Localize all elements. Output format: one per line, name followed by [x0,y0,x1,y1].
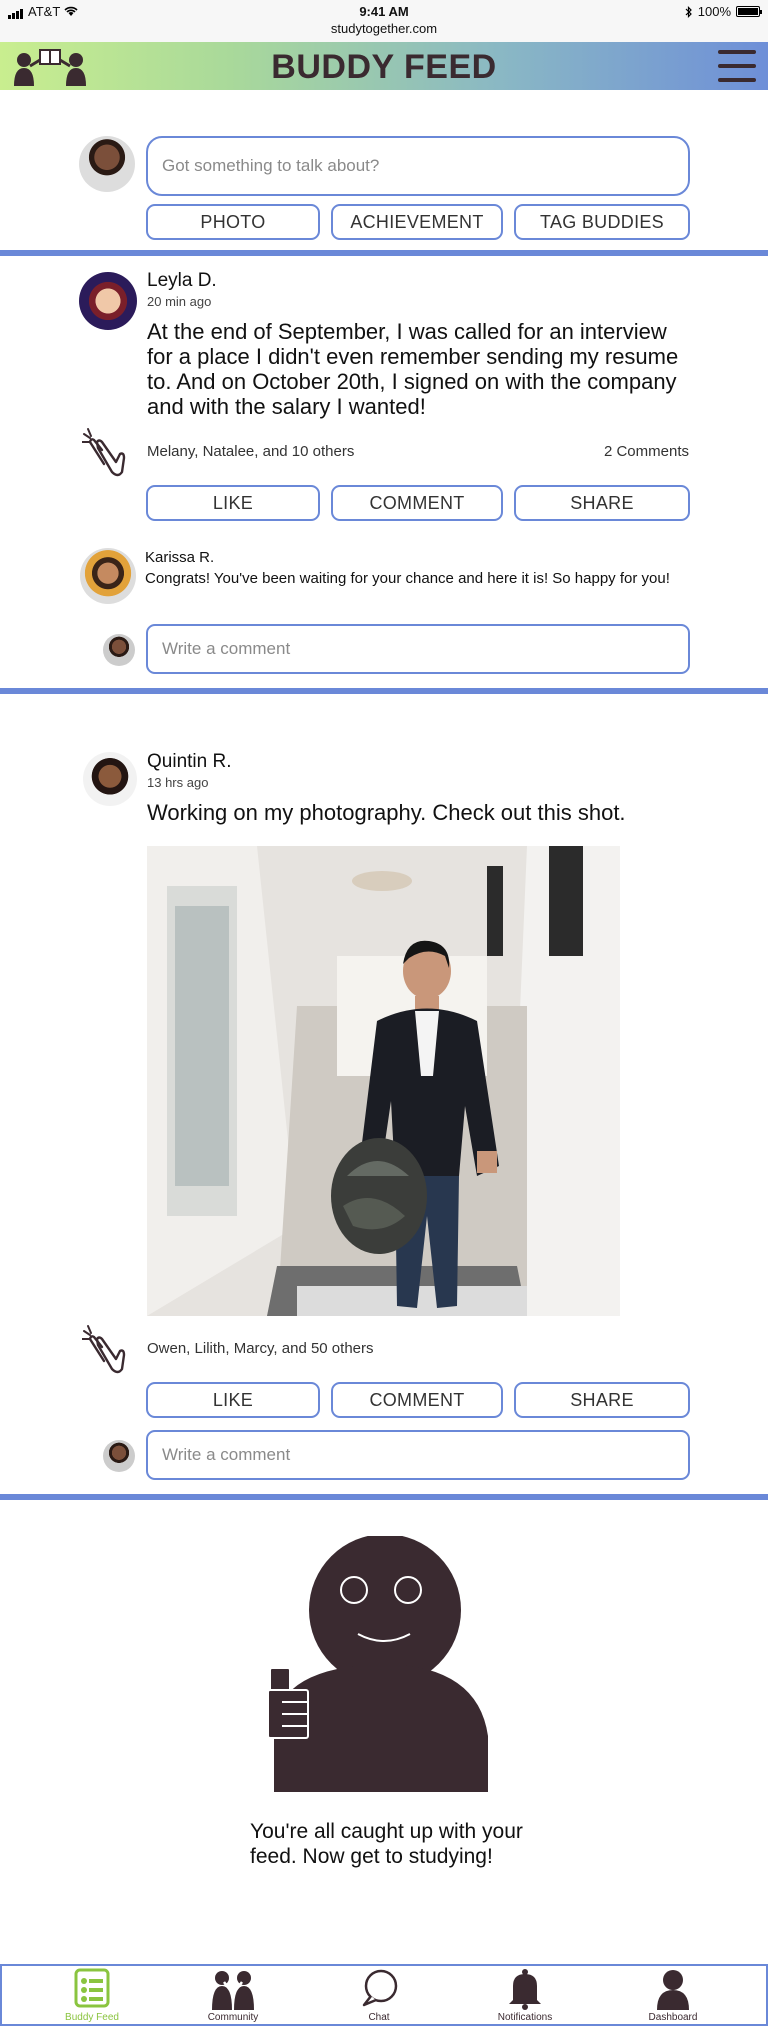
clock: 9:41 AM [359,4,409,19]
post-composer-input[interactable]: Got something to talk about? [146,136,690,196]
post-author-name[interactable]: Quintin R. [147,751,231,773]
tab-label: Chat [368,2012,390,2023]
bell-icon [509,1969,541,2010]
tab-label: Notifications [497,2012,553,2023]
share-button[interactable]: SHARE [514,1382,690,1418]
post-photo[interactable] [147,846,620,1316]
current-user-avatar[interactable] [79,136,135,192]
tab-buddy-feed[interactable]: Buddy Feed [27,1966,157,2024]
clap-icon[interactable] [82,428,128,480]
section-divider [0,688,768,694]
page-title: BUDDY FEED [271,48,497,86]
post-timestamp: 20 min ago [147,294,212,309]
bluetooth-icon [685,5,692,18]
comment-author-name[interactable]: Karissa R. [145,549,214,566]
comment-button[interactable]: COMMENT [331,485,503,521]
post-body: At the end of September, I was called fo… [147,319,679,419]
tab-label: Buddy Feed [65,2012,119,2023]
hamburger-menu-icon[interactable] [718,50,756,82]
comment-author-avatar[interactable] [80,548,136,604]
clap-icon[interactable] [82,1325,128,1377]
community-icon [212,1971,254,2010]
share-button[interactable]: SHARE [514,485,690,521]
tab-chat[interactable]: Chat [314,1966,444,2024]
battery-percent: 100% [697,4,731,19]
tab-community[interactable]: Community [168,1966,298,2024]
comment-placeholder: Write a comment [162,639,291,658]
comments-count[interactable]: 2 Comments [604,443,689,460]
person-icon [657,1970,689,2010]
caught-up-line-2: feed. Now get to studying! [250,1845,493,1868]
comment-input[interactable]: Write a comment [146,1430,690,1480]
app-header: BUDDY FEED [0,42,768,90]
caught-up-line-1: You're all caught up with your [250,1820,523,1843]
photo-button[interactable]: PHOTO [146,204,320,240]
bottom-tab-bar: Buddy Feed Community Chat Notifications … [0,1964,768,2026]
composer-placeholder: Got something to talk about? [162,156,380,175]
tab-label: Dashboard [648,2012,698,2023]
tag-buddies-button[interactable]: TAG BUDDIES [514,204,690,240]
comment-text: Congrats! You've been waiting for your c… [145,570,670,587]
current-user-avatar-small [103,1440,135,1472]
thumbs-up-mascot-icon [268,1536,488,1792]
status-bar: AT&T 9:41 AM studytogether.com 100% [0,0,768,42]
achievement-button[interactable]: ACHIEVEMENT [331,204,503,240]
post-timestamp: 13 hrs ago [147,775,209,790]
post-author-avatar[interactable] [83,752,137,806]
tab-label: Community [207,2012,259,2023]
post-author-avatar[interactable] [79,272,137,330]
clap-summary[interactable]: Melany, Natalee, and 10 others [147,443,354,460]
chat-bubble-icon [362,1969,398,2007]
battery-icon [736,6,762,17]
caught-up-message: You're all caught up with your feed. Now… [250,1819,523,1869]
like-button[interactable]: LIKE [146,1382,320,1418]
photo-illustration [147,846,620,1316]
section-divider [0,250,768,256]
post-author-name[interactable]: Leyla D. [147,270,217,292]
comment-button[interactable]: COMMENT [331,1382,503,1418]
feed-list-icon [74,1968,110,2008]
status-right: 100% [685,4,762,19]
comment-input[interactable]: Write a comment [146,624,690,674]
like-button[interactable]: LIKE [146,485,320,521]
comment-placeholder: Write a comment [162,1445,291,1464]
url-bar[interactable]: studytogether.com [0,21,768,36]
tab-dashboard[interactable]: Dashboard [608,1966,738,2024]
current-user-avatar-small [103,634,135,666]
post-body: Working on my photography. Check out thi… [147,800,626,825]
section-divider [0,1494,768,1500]
tab-notifications[interactable]: Notifications [460,1966,590,2024]
clap-summary[interactable]: Owen, Lilith, Marcy, and 50 others [147,1340,374,1357]
